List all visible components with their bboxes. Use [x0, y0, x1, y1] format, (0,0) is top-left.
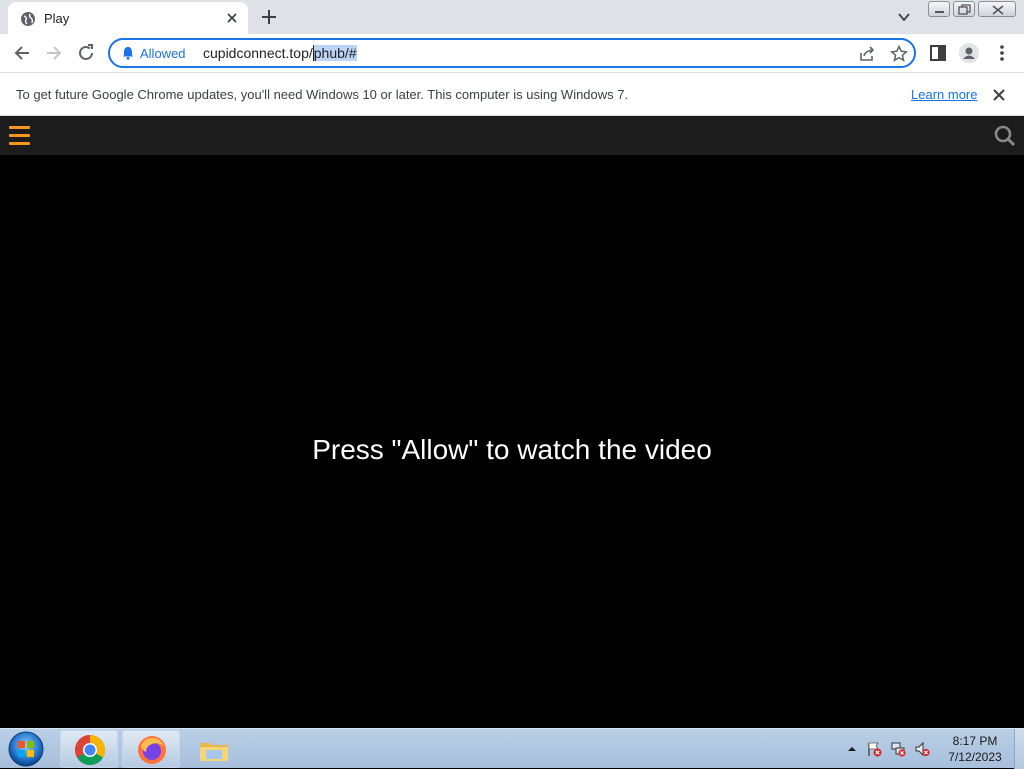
- chevron-down-icon[interactable]: [897, 10, 911, 24]
- close-window-button[interactable]: [978, 1, 1016, 17]
- page-content: Press "Allow" to watch the video: [0, 116, 1024, 728]
- minimize-button[interactable]: [928, 1, 950, 17]
- taskbar-firefox[interactable]: [122, 730, 180, 768]
- allow-prompt-text: Press "Allow" to watch the video: [312, 434, 712, 465]
- forward-icon[interactable]: [43, 42, 65, 64]
- restore-icon: [958, 4, 971, 15]
- menu-icon[interactable]: [9, 126, 30, 146]
- action-center-flag-icon[interactable]: [866, 741, 882, 757]
- close-icon: [992, 5, 1004, 15]
- volume-icon[interactable]: [914, 741, 930, 757]
- restore-button[interactable]: [953, 1, 975, 17]
- show-hidden-icons-icon[interactable]: [844, 741, 860, 757]
- notification-permission-chip[interactable]: Allowed: [114, 43, 196, 63]
- side-panel-icon[interactable]: [928, 43, 948, 63]
- reload-icon[interactable]: [75, 42, 97, 64]
- url-text[interactable]: cupidconnect.top/phub/#: [203, 45, 357, 61]
- firefox-icon: [138, 736, 166, 764]
- close-infobar-icon[interactable]: [991, 87, 1007, 103]
- site-header: [0, 116, 1024, 155]
- clock-date: 7/12/2023: [948, 750, 1002, 764]
- bell-icon: [123, 47, 133, 60]
- tab-title: Play: [44, 11, 70, 26]
- tab-strip: Play: [0, 0, 1024, 34]
- tab-play[interactable]: Play: [8, 2, 248, 34]
- network-icon[interactable]: [890, 741, 906, 757]
- show-desktop-button[interactable]: [1014, 729, 1024, 769]
- bookmark-star-icon[interactable]: [890, 45, 908, 63]
- infobar-message: To get future Google Chrome updates, you…: [16, 87, 629, 102]
- close-tab-icon[interactable]: [224, 10, 240, 26]
- profile-avatar-icon[interactable]: [959, 43, 979, 63]
- file-explorer-icon: [200, 743, 228, 761]
- url-selection: phub/#: [313, 45, 357, 61]
- start-button[interactable]: [6, 730, 46, 768]
- more-menu-icon[interactable]: [992, 43, 1012, 63]
- browser-toolbar: Allowed cupidconnect.top/phub/#: [0, 34, 1024, 72]
- taskbar-chrome[interactable]: [60, 730, 118, 768]
- clock-time: 8:17 PM: [952, 734, 998, 748]
- windows-taskbar: 8:17 PM 7/12/2023: [0, 728, 1024, 769]
- back-icon[interactable]: [11, 42, 33, 64]
- search-icon[interactable]: [994, 125, 1016, 147]
- new-tab-icon[interactable]: [260, 8, 278, 26]
- address-bar[interactable]: Allowed cupidconnect.top/phub/#: [108, 38, 916, 68]
- update-infobar: To get future Google Chrome updates, you…: [0, 72, 1024, 116]
- minimize-icon: [935, 11, 944, 13]
- share-icon[interactable]: [858, 45, 876, 63]
- chrome-icon: [74, 735, 106, 766]
- taskbar-file-explorer[interactable]: [184, 730, 242, 768]
- learn-more-link[interactable]: Learn more: [911, 87, 977, 102]
- system-clock[interactable]: 8:17 PM 7/12/2023: [944, 733, 1006, 765]
- url-domain: cupidconnect.top/: [203, 45, 313, 61]
- permission-label: Allowed: [140, 45, 186, 61]
- globe-icon: [21, 12, 35, 26]
